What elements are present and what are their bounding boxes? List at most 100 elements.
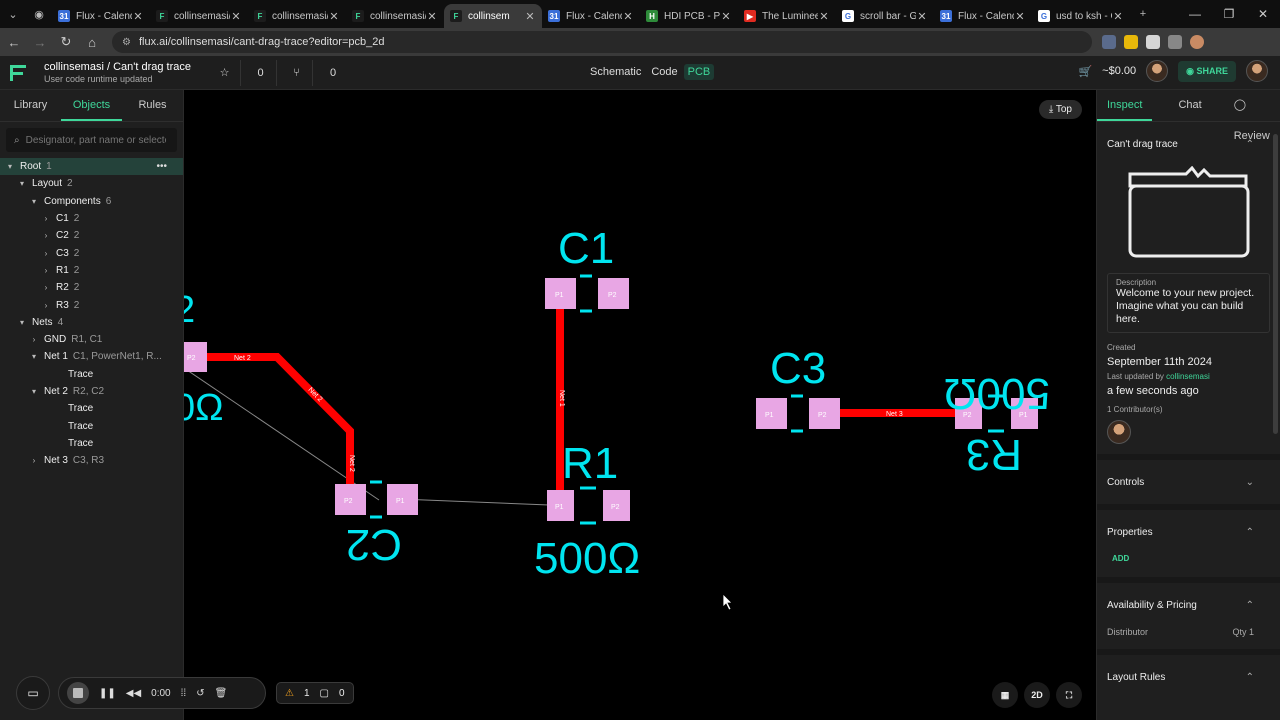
flux-logo-icon[interactable] <box>0 56 36 90</box>
back-icon[interactable]: ← <box>2 35 26 50</box>
extension-icon[interactable] <box>1124 35 1138 49</box>
close-tab-icon[interactable]: ✕ <box>916 10 928 23</box>
contributor-avatar[interactable] <box>1107 420 1131 445</box>
chevron-down-icon[interactable]: ▾ <box>4 162 16 171</box>
mode-schematic[interactable]: Schematic <box>586 64 645 80</box>
tree-node[interactable]: › R1 2 <box>0 262 183 279</box>
extension-icon[interactable] <box>1102 35 1116 49</box>
more-options-icon[interactable]: ••• <box>156 161 167 172</box>
pause-icon[interactable]: ❚❚ <box>99 688 116 699</box>
maximize-icon[interactable]: ❐ <box>1212 7 1246 21</box>
new-tab-button[interactable]: + <box>1130 0 1156 28</box>
view-mode-button[interactable]: 2D <box>1024 682 1050 708</box>
home-icon[interactable]: ⌂ <box>80 35 104 50</box>
warnings-bar[interactable]: ⚠ 1 ▢ 0 <box>276 682 354 704</box>
tab-chat[interactable]: Chat <box>1168 90 1211 121</box>
chevron-right-icon[interactable]: › <box>40 301 52 310</box>
tree-node[interactable]: › GND R1, C1 <box>0 331 183 348</box>
close-tab-icon[interactable]: ✕ <box>622 10 634 23</box>
view-side-button[interactable]: ⤓ Top <box>1038 100 1082 119</box>
stop-button[interactable] <box>67 682 89 704</box>
tree-node[interactable]: › Net 3 C3, R3 <box>0 452 183 469</box>
chevron-right-icon[interactable]: › <box>40 249 52 258</box>
trace-net2[interactable] <box>204 353 354 500</box>
browser-tab[interactable]: 31 Flux - Calenda✕ <box>542 4 640 28</box>
search-input[interactable] <box>25 134 166 146</box>
tree-node[interactable]: Trace <box>0 400 183 417</box>
forward-icon[interactable]: → <box>28 35 52 50</box>
browser-tab[interactable]: H HDI PCB - PCB✕ <box>640 4 738 28</box>
share-button[interactable]: ◉ SHARE <box>1178 60 1236 82</box>
chevron-right-icon[interactable]: › <box>40 231 52 240</box>
fullscreen-icon[interactable]: ⛶ <box>1056 682 1082 708</box>
grid-dots-icon[interactable]: ⁞⁞ <box>181 688 187 699</box>
tree-node[interactable]: ▾ Net 2 R2, C2 <box>0 383 183 400</box>
description-box[interactable]: Description Welcome to your new project.… <box>1107 273 1270 334</box>
browser-tab[interactable]: Gscroll bar - Go✕ <box>836 4 934 28</box>
tree-node[interactable]: › R3 2 <box>0 296 183 313</box>
browser-tab[interactable]: Fcollinsemasi/r ✕ <box>346 4 444 28</box>
browser-tab[interactable]: Gusd to ksh - G✕ <box>1032 4 1130 28</box>
close-tab-icon[interactable]: ✕ <box>818 10 830 23</box>
close-tab-icon[interactable]: ✕ <box>1112 10 1124 23</box>
mode-code[interactable]: Code <box>647 64 681 80</box>
fork-button[interactable]: ⑂ <box>281 59 313 86</box>
tree-node[interactable]: › C3 2 <box>0 244 183 261</box>
close-tab-icon[interactable]: ✕ <box>426 10 438 23</box>
right-panel-scrollbar[interactable] <box>1273 134 1278 434</box>
availability-header[interactable]: Availability & Pricing ⌃ <box>1107 583 1270 627</box>
tree-node[interactable]: › C2 2 <box>0 227 183 244</box>
tree-node[interactable]: ▾ Nets 4 <box>0 314 183 331</box>
extension-icon[interactable] <box>1146 35 1160 49</box>
chevron-right-icon[interactable]: › <box>40 214 52 223</box>
tab-inspect[interactable]: Inspect <box>1097 90 1153 121</box>
close-tab-icon[interactable]: ✕ <box>524 10 536 23</box>
trash-icon[interactable]: 🗑 <box>215 688 228 699</box>
browser-tab[interactable]: Fcollinsem ✕ <box>444 4 542 28</box>
browser-tab[interactable]: Fcollinsemasi/4✕ <box>248 4 346 28</box>
tree-node[interactable]: ▾ Layout 2 <box>0 175 183 192</box>
tab-search-icon[interactable]: ⌄ <box>0 0 26 28</box>
tree-node[interactable]: › C1 2 <box>0 210 183 227</box>
camera-button[interactable]: ▭ <box>16 676 50 710</box>
tree-node[interactable]: Trace <box>0 435 183 452</box>
user-menu-avatar[interactable] <box>1246 60 1268 82</box>
tab-library[interactable]: Library <box>0 90 61 121</box>
chevron-down-icon[interactable]: ▾ <box>16 318 28 327</box>
tree-node[interactable]: ▾ Components 6 <box>0 193 183 210</box>
close-tab-icon[interactable]: ✕ <box>720 10 732 23</box>
tree-node[interactable]: ▾ Root 1 ••• <box>0 158 183 176</box>
rewind-icon[interactable]: ◀◀ <box>126 688 141 699</box>
controls-header[interactable]: Controls ⌄ <box>1107 460 1270 504</box>
add-property-button[interactable]: ADD <box>1112 554 1270 563</box>
url-field[interactable]: ⚙ flux.ai/collinsemasi/cant-drag-trace?e… <box>112 31 1092 53</box>
chevron-down-icon[interactable]: ▾ <box>16 179 28 188</box>
close-window-icon[interactable]: ✕ <box>1246 7 1280 21</box>
browser-tab[interactable]: ▶ The Lumineer ✕ <box>738 4 836 28</box>
chevron-right-icon[interactable]: › <box>28 456 40 465</box>
layout-rules-header[interactable]: Layout Rules ⌃ <box>1107 655 1270 699</box>
tab-objects[interactable]: Objects <box>61 90 122 121</box>
cart-icon[interactable]: 🛒 <box>1078 65 1092 78</box>
close-tab-icon[interactable]: ✕ <box>132 10 144 23</box>
reload-icon[interactable]: ↻ <box>54 34 78 50</box>
site-info-icon[interactable]: ⚙ <box>122 37 131 48</box>
pcb-board[interactable]: Net 2 Net 2 Net 2 Net 1 Net 3 P2 2 0Ω C1… <box>184 90 1096 720</box>
close-tab-icon[interactable]: ✕ <box>1014 10 1026 23</box>
tree-node[interactable]: ▾ Net 1 C1, PowerNet1, R... <box>0 348 183 365</box>
browser-tab[interactable]: 31 Flux - Calenda✕ <box>934 4 1032 28</box>
mode-pcb[interactable]: PCB <box>683 64 715 80</box>
pcb-canvas[interactable]: Net 2 Net 2 Net 2 Net 1 Net 3 P2 2 0Ω C1… <box>184 90 1096 720</box>
close-tab-icon[interactable]: ✕ <box>230 10 242 23</box>
puzzle-icon[interactable] <box>1168 35 1182 49</box>
browser-tab[interactable]: Fcollinsemasi/4✕ <box>150 4 248 28</box>
tree-node[interactable]: Trace <box>0 366 183 383</box>
record-icon[interactable]: ◉ <box>26 0 52 28</box>
properties-header[interactable]: Properties ⌃ <box>1107 510 1270 554</box>
tree-node[interactable]: › R2 2 <box>0 279 183 296</box>
tree-node[interactable]: Trace <box>0 417 183 434</box>
updated-by-user[interactable]: collinsemasi <box>1166 372 1210 381</box>
chevron-down-icon[interactable]: ▾ <box>28 352 40 361</box>
chevron-down-icon[interactable]: ▾ <box>28 387 40 396</box>
star-button[interactable]: ☆ <box>209 59 241 86</box>
